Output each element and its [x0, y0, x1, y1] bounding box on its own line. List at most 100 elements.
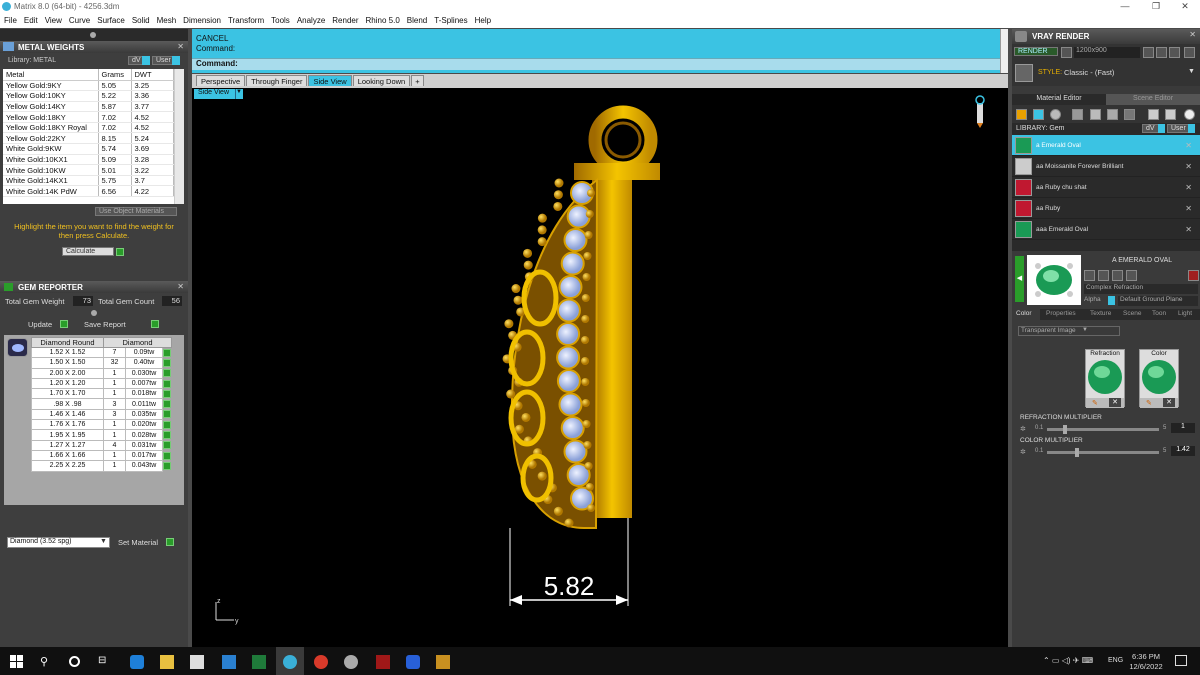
menu-help[interactable]: Help: [475, 16, 491, 25]
save-report-button[interactable]: Save Report: [84, 320, 126, 329]
render-settings-icon[interactable]: [1061, 47, 1072, 58]
menu-render[interactable]: Render: [332, 16, 358, 25]
menu-analyze[interactable]: Analyze: [297, 16, 325, 25]
matrix-app-icon[interactable]: [283, 655, 297, 669]
remove-icon[interactable]: ✕: [1185, 141, 1192, 150]
copy-icon[interactable]: [1148, 109, 1159, 120]
close-icon[interactable]: ✕: [177, 282, 184, 291]
menu-tools[interactable]: Tools: [271, 16, 290, 25]
metal-row[interactable]: White Gold:10KW 5.01 3.22: [3, 164, 174, 176]
menu-blend[interactable]: Blend: [407, 16, 427, 25]
resolution-select[interactable]: 1200x900: [1074, 47, 1140, 58]
metal-row[interactable]: White Gold:14K PdW 6.56 4.22: [3, 185, 174, 198]
language-indicator[interactable]: ENG: [1108, 657, 1123, 664]
task-view-icon[interactable]: ⊟: [98, 655, 112, 669]
metal-row[interactable]: Yellow Gold:10KY 5.22 3.36: [3, 90, 174, 102]
gem-row-go-icon[interactable]: [163, 461, 172, 470]
menu-solid[interactable]: Solid: [132, 16, 150, 25]
viewport[interactable]: Side View ▼ 5.82 z y: [192, 88, 1008, 647]
tab-scene-editor[interactable]: Scene Editor: [1106, 94, 1200, 105]
menu-file[interactable]: File: [4, 16, 17, 25]
add-tab-button[interactable]: +: [411, 75, 424, 86]
cortana-icon[interactable]: [69, 656, 80, 667]
minimize-button[interactable]: —: [1110, 1, 1140, 11]
metal-row[interactable]: Yellow Gold:9KY 5.05 3.25: [3, 80, 174, 92]
subtab-texture[interactable]: Texture: [1090, 310, 1111, 317]
menu-tsplines[interactable]: T-Splines: [434, 16, 467, 25]
gem-row[interactable]: 1.95 X 1.95 1 0.028tw: [31, 429, 172, 441]
refraction-value[interactable]: 1: [1171, 423, 1195, 433]
gem-library-item[interactable]: aa Ruby ✕: [1012, 198, 1200, 219]
gem-row[interactable]: 1.50 X 1.50 32 0.40tw: [31, 357, 172, 369]
clear-icon[interactable]: ✕: [1109, 398, 1121, 407]
update-button[interactable]: Update: [28, 320, 52, 329]
menu-mesh[interactable]: Mesh: [157, 16, 177, 25]
drop-icon[interactable]: [1016, 109, 1027, 120]
search-icon[interactable]: ⚲: [40, 655, 54, 669]
refraction-swatch[interactable]: Refraction ✎ ✕: [1085, 349, 1125, 408]
close-icon[interactable]: ✕: [177, 42, 184, 51]
col-dwt[interactable]: DWT: [131, 69, 174, 81]
chevron-down-icon[interactable]: ▼: [1082, 327, 1088, 333]
windows-start-icon[interactable]: [10, 655, 24, 669]
material-action-2-icon[interactable]: [1098, 270, 1109, 281]
menu-surface[interactable]: Surface: [97, 16, 125, 25]
forward-icon[interactable]: [1169, 47, 1180, 58]
gem-library-item[interactable]: aa Moissanite Forever Brilliant ✕: [1012, 156, 1200, 177]
metal-row[interactable]: Yellow Gold:14KY 5.87 3.77: [3, 101, 174, 113]
gem-dv-button[interactable]: dV: [1142, 124, 1159, 133]
gem-row[interactable]: 1.70 X 1.70 1 0.018tw: [31, 388, 172, 400]
clock-time[interactable]: 6:36 PM: [1128, 652, 1164, 661]
gem-row-go-icon[interactable]: [163, 420, 172, 429]
style-select[interactable]: Classic - (Fast): [1064, 68, 1114, 77]
gem-user-button[interactable]: User: [1167, 124, 1190, 133]
metal-row[interactable]: White Gold:9KW 5.74 3.69: [3, 143, 174, 155]
metal-row[interactable]: Yellow Gold:18KY Royal 7.02 4.52: [3, 122, 174, 134]
menu-edit[interactable]: Edit: [24, 16, 38, 25]
gem-row-go-icon[interactable]: [163, 358, 172, 367]
shader-select[interactable]: Complex Refraction: [1084, 284, 1198, 294]
render-button[interactable]: RENDER: [1014, 47, 1058, 56]
material-action-3-icon[interactable]: [1112, 270, 1123, 281]
gem-dv-toggle[interactable]: [1158, 124, 1165, 133]
gem-library-item[interactable]: a Emerald Oval ✕: [1012, 135, 1200, 156]
calculate-button[interactable]: Calculate: [62, 247, 114, 256]
dv-toggle[interactable]: [142, 56, 150, 65]
panel-grip-icon[interactable]: [91, 310, 97, 316]
metal-scrollbar[interactable]: [174, 69, 184, 204]
subtab-toon[interactable]: Toon: [1152, 310, 1166, 317]
menu-rhino[interactable]: Rhino 5.0: [366, 16, 400, 25]
menu-transform[interactable]: Transform: [228, 16, 264, 25]
gem-user-toggle[interactable]: [1188, 124, 1195, 133]
collapse-arrow-icon[interactable]: ◀: [1015, 256, 1024, 302]
color-swatch[interactable]: Color ✎ ✕: [1139, 349, 1179, 408]
sphere-icon[interactable]: [1050, 109, 1061, 120]
gem-row[interactable]: 2.00 X 2.00 1 0.030tw: [31, 367, 172, 379]
alpha-toggle[interactable]: [1108, 296, 1115, 305]
edit-icon[interactable]: ✎: [1092, 399, 1098, 407]
pattern-icon[interactable]: [1090, 109, 1101, 120]
texture-icon[interactable]: [1072, 109, 1083, 120]
remove-material-icon[interactable]: [1188, 270, 1199, 281]
menu-curve[interactable]: Curve: [69, 16, 90, 25]
chrome-icon[interactable]: [314, 655, 328, 669]
calculate-go-icon[interactable]: [116, 248, 124, 256]
metal-row[interactable]: Yellow Gold:18KY 7.02 4.52: [3, 111, 174, 123]
gem-row-go-icon[interactable]: [163, 348, 172, 357]
maximize-button[interactable]: ❐: [1141, 1, 1171, 12]
file-explorer-icon[interactable]: [160, 655, 174, 669]
menu-dimension[interactable]: Dimension: [183, 16, 221, 25]
layers-icon[interactable]: [1124, 109, 1135, 120]
zoho-icon[interactable]: [406, 655, 420, 669]
remove-icon[interactable]: ✕: [1185, 204, 1192, 213]
close-icon[interactable]: ✕: [1189, 30, 1196, 39]
subtab-scene[interactable]: Scene: [1123, 310, 1141, 317]
col-diamond-round[interactable]: Diamond Round: [31, 337, 104, 348]
color-slider[interactable]: [1047, 448, 1159, 457]
rewind-icon[interactable]: [1156, 47, 1167, 58]
color-slider-thumb[interactable]: [1075, 448, 1079, 457]
gem-row-go-icon[interactable]: [163, 379, 172, 388]
notification-icon[interactable]: [1175, 655, 1187, 666]
user-toggle[interactable]: [172, 56, 180, 65]
grid-icon[interactable]: [1107, 109, 1118, 120]
